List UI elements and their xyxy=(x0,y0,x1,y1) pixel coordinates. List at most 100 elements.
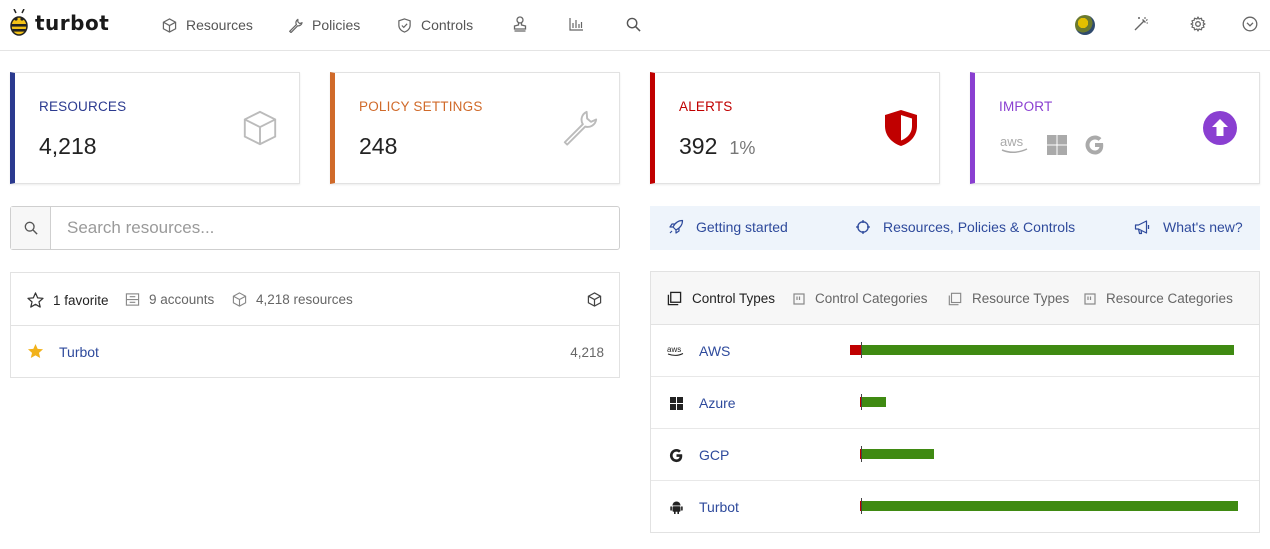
control-status-bar[interactable] xyxy=(851,446,1251,462)
favorites-header: 1 favorite 9 accounts 4,218 resources xyxy=(11,273,619,326)
alerts-count: 392 xyxy=(679,133,718,159)
search-icon xyxy=(24,221,38,235)
rpc-label: Resources, Policies & Controls xyxy=(883,219,1076,235)
alerts-card[interactable]: ALERTS 392 1% xyxy=(650,72,940,184)
category-icon xyxy=(1084,292,1096,305)
tab-control-categories-label: Control Categories xyxy=(815,291,928,306)
import-providers: aws xyxy=(999,133,1107,157)
bar-baseline-tick xyxy=(861,446,862,462)
accounts-count[interactable]: 9 accounts xyxy=(125,292,214,307)
turbot-logo[interactable]: turbot xyxy=(8,9,109,37)
aws-icon: aws xyxy=(667,342,685,360)
accounts-count-label: 9 accounts xyxy=(149,292,215,307)
bee-icon xyxy=(10,9,28,36)
tab-resource-categories-label: Resource Categories xyxy=(1106,291,1233,306)
star-outline-icon xyxy=(27,292,44,308)
resources-count-label: 4,218 resources xyxy=(256,292,353,307)
controls-tabs: Control Types Control Categories Resourc… xyxy=(651,272,1259,325)
nav-policies[interactable]: Policies xyxy=(288,14,360,36)
google-icon xyxy=(667,446,685,464)
shield-check-icon xyxy=(398,17,411,33)
cube-icon xyxy=(241,109,279,152)
control-status-bar[interactable] xyxy=(850,342,1251,358)
policy-settings-card[interactable]: POLICY SETTINGS 248 xyxy=(330,72,620,184)
category-icon xyxy=(793,292,805,305)
chevron-down-circle-icon[interactable] xyxy=(1240,14,1260,34)
control-row-label[interactable]: GCP xyxy=(699,447,729,463)
import-card[interactable]: IMPORT aws xyxy=(970,72,1260,184)
ok-bar xyxy=(862,345,1234,355)
tab-control-types[interactable]: Control Types xyxy=(667,291,775,306)
control-row-azure[interactable]: Azure xyxy=(651,377,1259,429)
control-row-label[interactable]: Turbot xyxy=(699,499,739,515)
resources-card-value: 4,218 xyxy=(39,133,97,159)
top-navbar: turbot Resources Policies Controls xyxy=(0,0,1270,51)
windows-icon xyxy=(1047,135,1067,155)
svg-text:aws: aws xyxy=(667,345,681,354)
magic-wand-icon[interactable] xyxy=(1131,14,1151,34)
search-icon[interactable] xyxy=(623,14,643,34)
upload-icon[interactable] xyxy=(1203,111,1237,150)
tab-control-categories[interactable]: Control Categories xyxy=(793,291,928,306)
nav-policies-label: Policies xyxy=(312,17,361,33)
alerts-card-label: ALERTS xyxy=(679,99,733,114)
whats-new-label: What's new? xyxy=(1163,219,1243,235)
control-row-label[interactable]: Azure xyxy=(699,395,736,411)
favorites-count-label: 1 favorite xyxy=(53,292,109,308)
wrench-icon xyxy=(289,18,303,33)
cube-icon xyxy=(232,292,247,307)
resources-card[interactable]: RESOURCES 4,218 xyxy=(10,72,300,184)
wrench-icon xyxy=(561,109,599,152)
quick-links-bar: Getting started Resources, Policies & Co… xyxy=(650,206,1260,250)
favorites-count[interactable]: 1 favorite xyxy=(27,292,109,308)
alerts-card-value: 392 1% xyxy=(679,133,755,160)
control-status-bar[interactable] xyxy=(851,498,1251,514)
rocket-icon xyxy=(669,219,684,234)
shield-alert-icon xyxy=(883,109,919,152)
cube-icon xyxy=(162,17,177,33)
accounts-icon xyxy=(125,293,140,306)
windows-icon xyxy=(667,394,685,412)
policy-settings-card-value: 248 xyxy=(359,133,398,159)
control-row-turbot[interactable]: Turbot xyxy=(651,481,1259,533)
copy-icon xyxy=(667,291,682,306)
gear-icon[interactable] xyxy=(1188,14,1208,34)
avatar[interactable] xyxy=(1075,15,1095,35)
bar-chart-icon[interactable] xyxy=(566,14,586,34)
rpc-link[interactable]: Resources, Policies & Controls xyxy=(855,219,1075,235)
search-button[interactable] xyxy=(11,207,51,249)
nav-resources[interactable]: Resources xyxy=(162,14,253,36)
policy-settings-card-label: POLICY SETTINGS xyxy=(359,99,483,114)
control-row-label[interactable]: AWS xyxy=(699,343,730,359)
resources-count[interactable]: 4,218 resources xyxy=(232,292,353,307)
aws-icon: aws xyxy=(1000,134,1028,153)
nav-controls-label: Controls xyxy=(421,17,474,33)
megaphone-icon xyxy=(1134,220,1150,235)
logo-text: turbot xyxy=(35,11,110,35)
control-row-aws[interactable]: aws AWS xyxy=(651,325,1259,377)
stamp-icon[interactable] xyxy=(510,14,530,34)
ok-bar xyxy=(862,397,886,407)
favorite-item-name[interactable]: Turbot xyxy=(59,344,99,360)
resource-search xyxy=(10,206,620,250)
svg-text:aws: aws xyxy=(1000,134,1024,149)
resources-card-label: RESOURCES xyxy=(39,99,127,114)
controls-panel: Control Types Control Categories Resourc… xyxy=(650,271,1260,533)
control-row-gcp[interactable]: GCP xyxy=(651,429,1259,481)
favorite-item[interactable]: Turbot 4,218 xyxy=(11,326,619,378)
crosshair-icon xyxy=(856,220,870,234)
star-filled-icon[interactable] xyxy=(27,343,44,364)
tab-control-types-label: Control Types xyxy=(692,291,776,306)
bar-baseline-tick xyxy=(861,342,862,358)
control-status-bar[interactable] xyxy=(851,394,1251,410)
nav-controls[interactable]: Controls xyxy=(397,14,473,36)
search-input[interactable] xyxy=(51,207,619,249)
tab-resource-types[interactable]: Resource Types xyxy=(948,291,1069,306)
nav-resources-label: Resources xyxy=(186,17,253,33)
getting-started-link[interactable]: Getting started xyxy=(668,219,788,235)
tab-resource-categories[interactable]: Resource Categories xyxy=(1084,291,1233,306)
ok-bar xyxy=(862,501,1238,511)
tab-resource-types-label: Resource Types xyxy=(972,291,1070,306)
whats-new-link[interactable]: What's new? xyxy=(1134,219,1243,235)
cube-icon[interactable] xyxy=(587,292,611,307)
